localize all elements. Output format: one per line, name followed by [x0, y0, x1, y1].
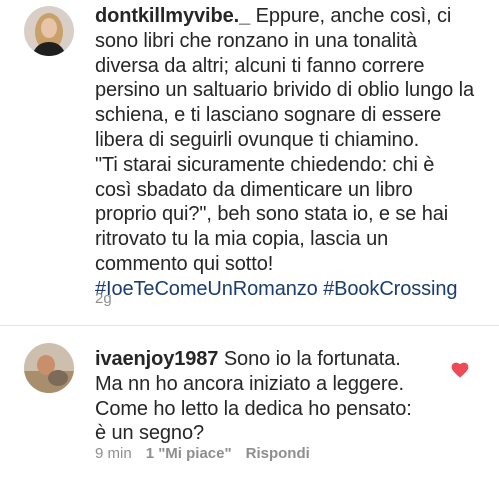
avatar[interactable]	[24, 6, 74, 56]
divider	[0, 325, 499, 326]
comment-text: dontkillmyvibe._ Eppure, anche così, ci …	[95, 4, 475, 302]
username[interactable]: ivaenjoy1987	[95, 348, 218, 370]
hashtags[interactable]: #IoeTeComeUnRomanzo #BookCrossing	[95, 278, 458, 300]
comment-text: ivaenjoy1987 Sono io la fortunata. Ma nn…	[95, 347, 415, 446]
like-heart-icon[interactable]	[451, 362, 469, 383]
comment-body: Eppure, anche così, ci sono libri che ro…	[95, 5, 474, 275]
comment-meta: 9 min 1 "Mi piace" Rispondi	[95, 445, 324, 462]
comment-meta: 2g	[95, 290, 126, 307]
avatar[interactable]	[24, 343, 74, 393]
likes-count[interactable]: 1 "Mi piace"	[146, 445, 232, 462]
timestamp: 2g	[95, 290, 112, 307]
profile-photo	[24, 343, 74, 393]
timestamp: 9 min	[95, 445, 132, 462]
profile-photo	[24, 6, 74, 56]
username[interactable]: dontkillmyvibe._	[95, 5, 250, 27]
reply-button[interactable]: Rispondi	[246, 445, 310, 462]
